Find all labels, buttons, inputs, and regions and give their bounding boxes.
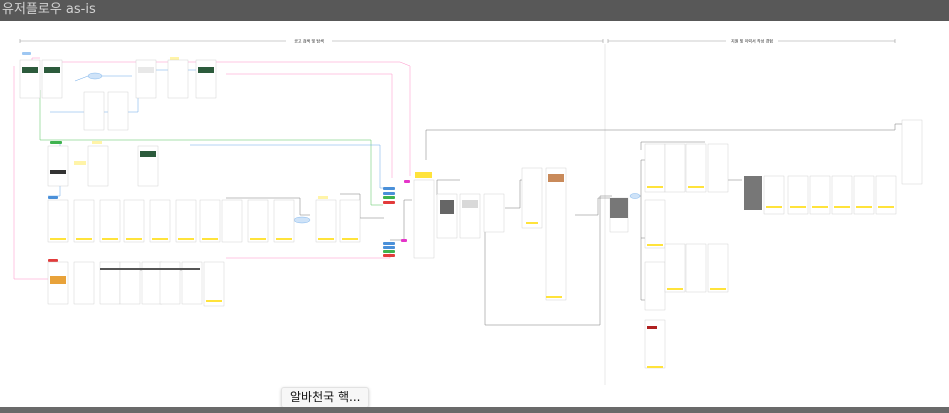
section-label-apply: 지원 및 이력서 작성 경험	[731, 38, 773, 44]
connector-gray-e	[436, 179, 460, 195]
titlebar: 유저플로우 as-is	[0, 0, 949, 21]
connector-gray-c	[390, 199, 412, 241]
section-label-search: 공고 검색 및 탐색	[294, 38, 324, 44]
detail-accents	[440, 174, 564, 298]
flow-canvas[interactable]: 공고 검색 및 탐색 지원 및 이력서 작성 경험	[0, 21, 949, 407]
connector-red-bottom	[226, 251, 391, 259]
section-bracket-search: 공고 검색 및 탐색	[19, 38, 604, 44]
screens-filter-row[interactable]	[47, 199, 361, 243]
connector-blue-3	[190, 144, 390, 189]
section-bracket-apply: 지원 및 이력서 작성 경험	[607, 38, 896, 44]
board-tooltip: 알바천국 핵...	[281, 387, 370, 408]
board-title: 유저플로우 as-is	[2, 2, 96, 17]
connector-gray-i	[630, 159, 647, 197]
connector-pink-mid	[226, 73, 393, 178]
bottom-bar	[0, 407, 949, 413]
yellow-buttons-filter	[50, 238, 358, 240]
